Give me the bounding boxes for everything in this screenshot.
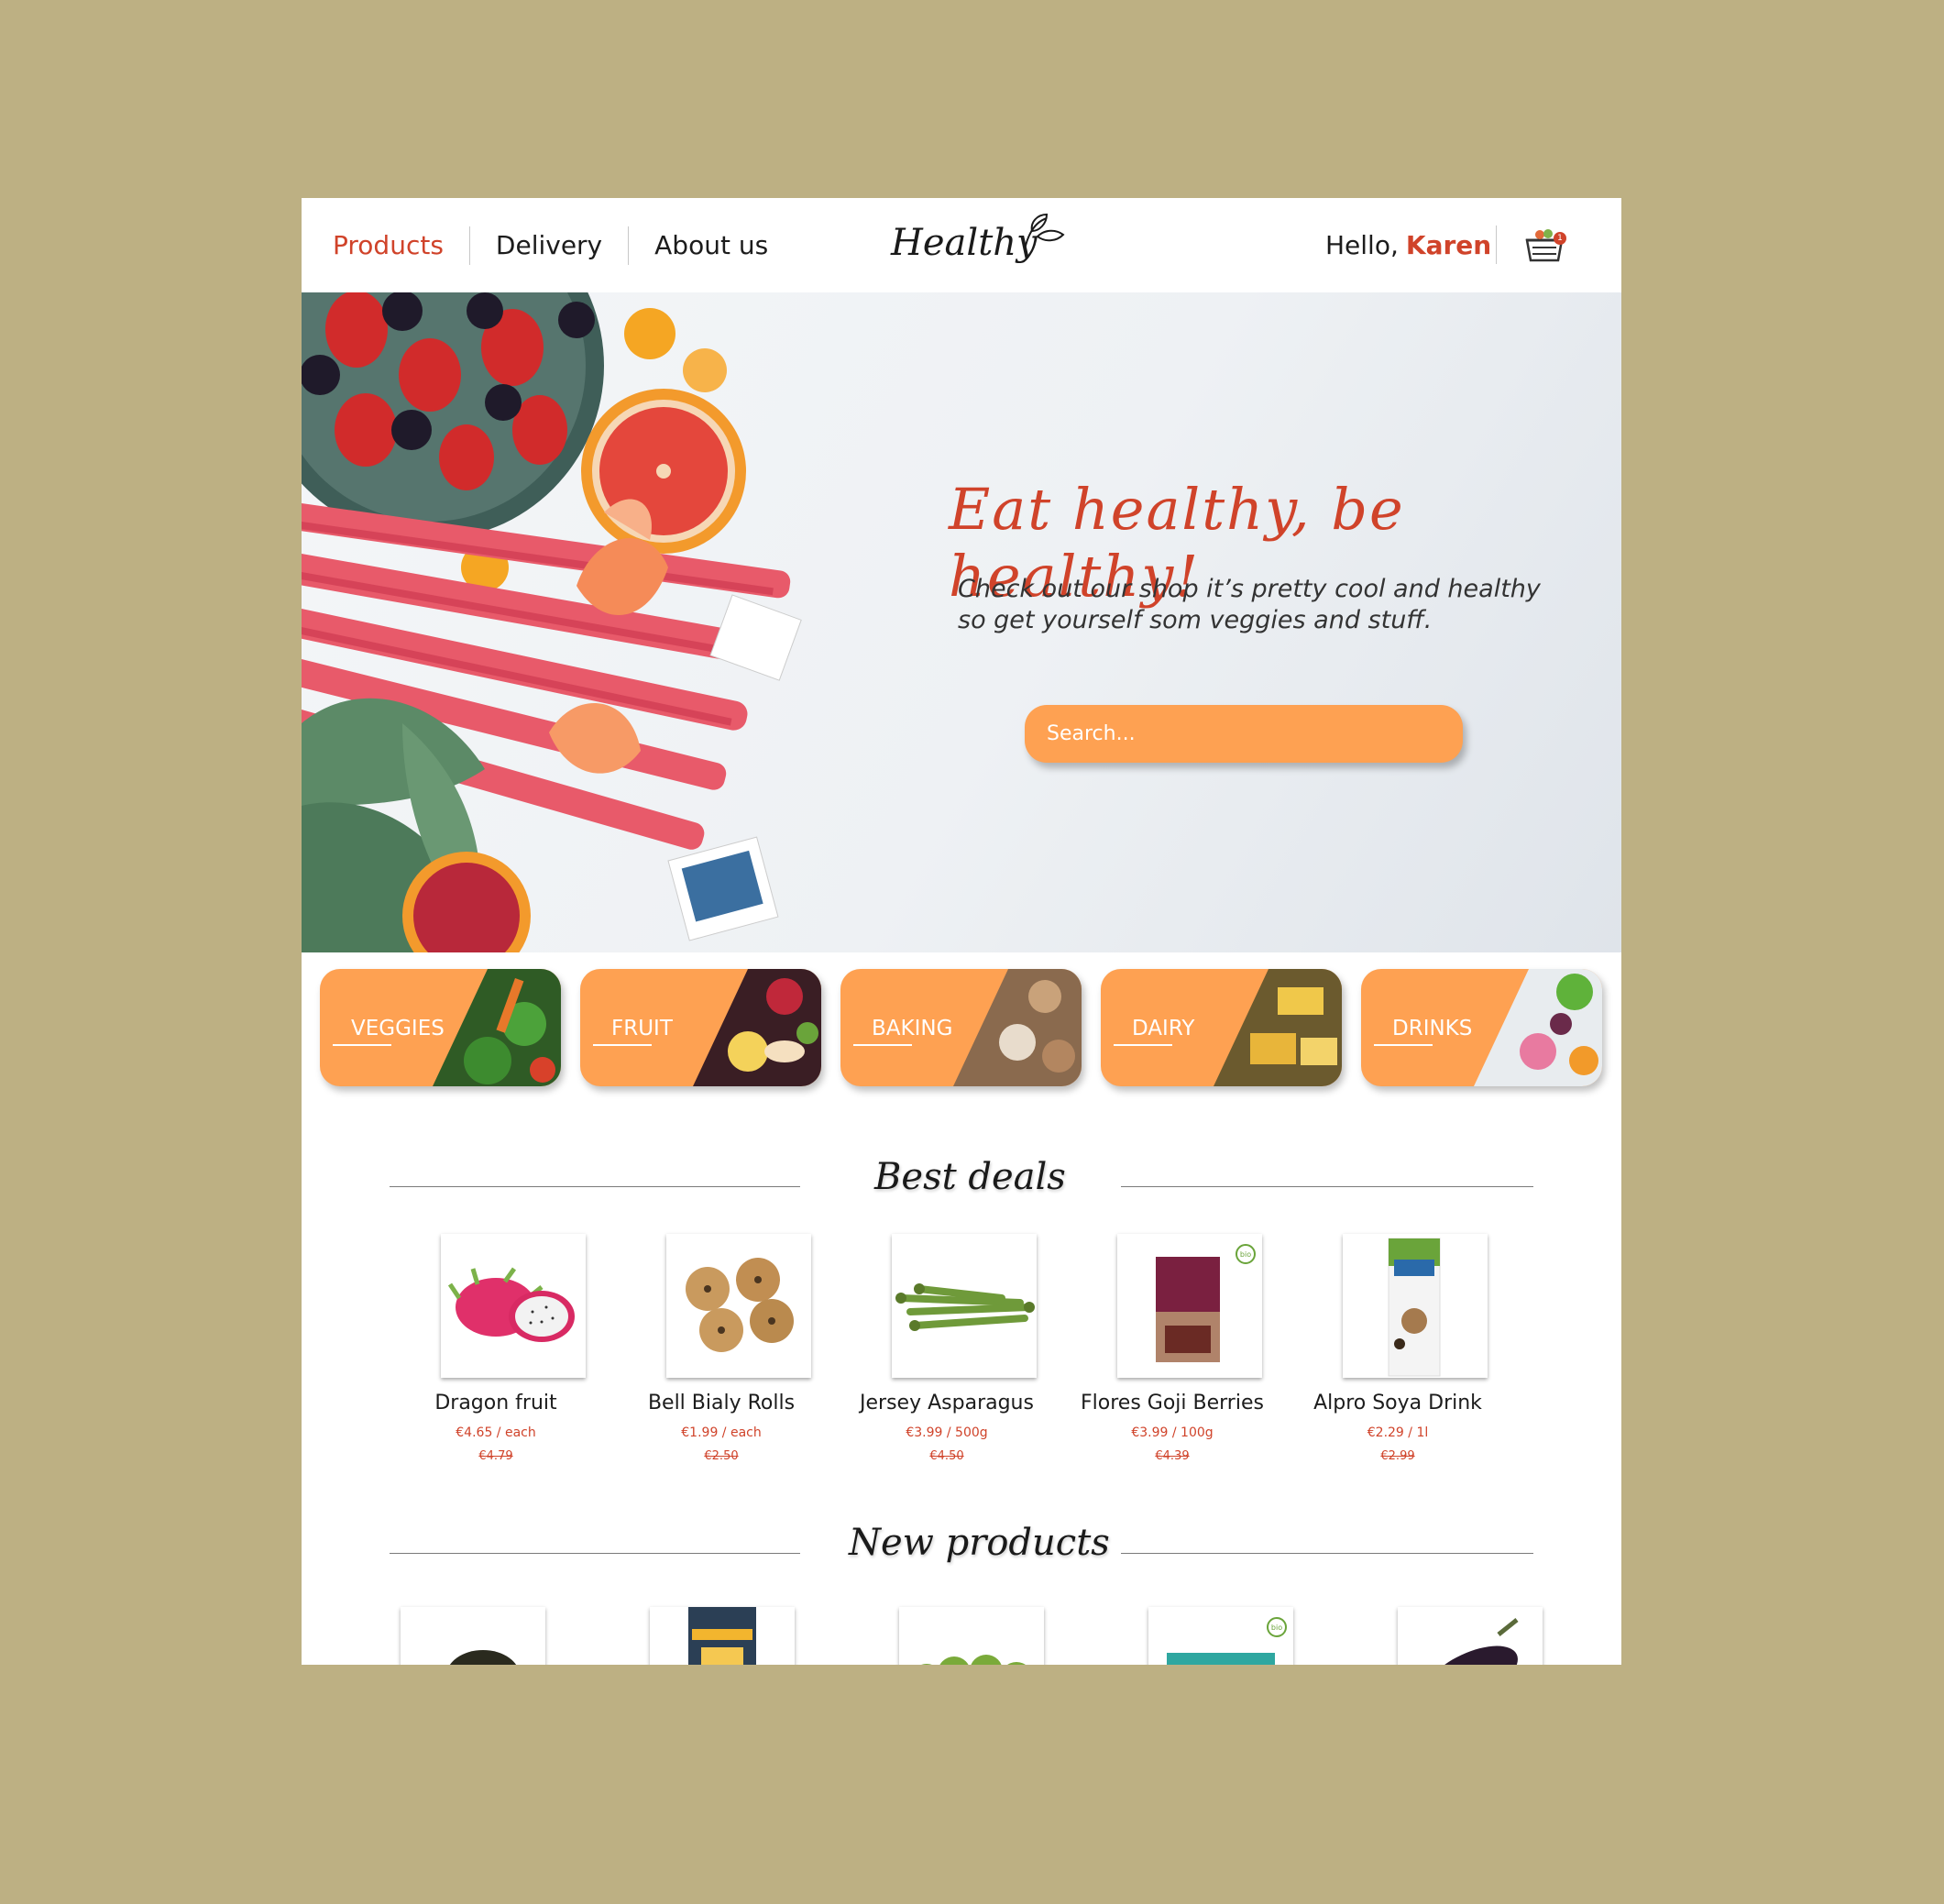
cart-divider: [1496, 226, 1497, 264]
category-label: FRUIT: [611, 1017, 673, 1040]
product-name: Dragon fruit: [434, 1392, 557, 1414]
search-bar: [1025, 705, 1463, 763]
product-old-price: €2.50: [704, 1449, 739, 1463]
product-price: €1.99 / each: [681, 1425, 762, 1440]
search-input[interactable]: [1025, 705, 1463, 763]
bialy-rolls-image: [666, 1234, 811, 1378]
product-old-price: €4.50: [929, 1449, 964, 1463]
category-underline: [1374, 1044, 1433, 1046]
category-label: BAKING: [872, 1017, 953, 1040]
asparagus-image: [892, 1234, 1037, 1378]
bio-badge-text: bio: [1240, 1250, 1251, 1259]
category-baking[interactable]: BAKING: [840, 969, 1082, 1086]
new-product-avocado[interactable]: [401, 1607, 545, 1665]
nav-about-us[interactable]: About us: [629, 230, 794, 260]
product-price: €3.99 / 500g: [906, 1425, 988, 1440]
greeting-label: Hello,: [1325, 230, 1399, 260]
avocado-image: [449, 1650, 517, 1665]
new-product-tea-box[interactable]: bio: [1148, 1607, 1293, 1665]
category-dairy[interactable]: DAIRY: [1101, 969, 1342, 1086]
product-price: €4.65 / each: [456, 1425, 536, 1440]
eggplant-image: [1424, 1618, 1519, 1665]
category-underline: [853, 1044, 912, 1046]
product-name: Flores Goji Berries: [1081, 1392, 1264, 1414]
product-old-price: €4.79: [478, 1449, 513, 1463]
category-label: VEGGIES: [351, 1017, 445, 1040]
goji-berries-image: bio: [1117, 1234, 1262, 1378]
section-divider: [1121, 1186, 1533, 1187]
page-frame: Products Delivery About us Healthy Hello…: [302, 198, 1621, 1665]
logo-text: Healthy: [891, 222, 1038, 264]
veggies-image: [433, 969, 561, 1086]
main-nav: Products Delivery About us: [307, 198, 794, 292]
dairy-image: [1214, 969, 1342, 1086]
user-greeting: Hello, Karen: [1325, 198, 1491, 292]
fruit-image: [693, 969, 821, 1086]
nav-products[interactable]: Products: [307, 230, 469, 260]
section-divider: [390, 1186, 800, 1187]
best-deals-title: Best deals: [874, 1156, 1066, 1198]
product-name: Jersey Asparagus: [860, 1392, 1034, 1414]
brussels-sprouts-image: [921, 1655, 1026, 1665]
new-products-title: New products: [849, 1522, 1110, 1564]
section-divider: [1121, 1553, 1533, 1554]
baking-image: [953, 969, 1082, 1086]
nav-delivery[interactable]: Delivery: [470, 230, 628, 260]
new-product-cheese-slices[interactable]: [650, 1607, 795, 1665]
category-underline: [333, 1044, 391, 1046]
category-label: DRINKS: [1392, 1017, 1473, 1040]
new-product-eggplant[interactable]: [1398, 1607, 1543, 1665]
new-product-sprouts[interactable]: [899, 1607, 1044, 1665]
bio-badge-text: bio: [1271, 1623, 1282, 1632]
tea-box-image: bio: [1167, 1617, 1287, 1665]
category-underline: [1114, 1044, 1172, 1046]
product-price: €3.99 / 100g: [1131, 1425, 1214, 1440]
logo[interactable]: Healthy: [891, 211, 1074, 286]
soya-drink-image: [1343, 1234, 1488, 1378]
product-price: €2.29 / 1l: [1367, 1425, 1429, 1440]
cart-count-badge: 1: [1554, 232, 1566, 245]
product-old-price: €4.39: [1155, 1449, 1190, 1463]
header: Products Delivery About us Healthy Hello…: [302, 198, 1621, 292]
category-label: DAIRY: [1132, 1017, 1195, 1040]
product-name: Alpro Soya Drink: [1313, 1392, 1482, 1414]
dragon-fruit-image: [441, 1234, 586, 1378]
hero-banner: Eat healthy, be healthy! Check out our s…: [302, 292, 1621, 952]
category-underline: [593, 1044, 652, 1046]
product-name: Bell Bialy Rolls: [647, 1392, 796, 1414]
product-old-price: €2.99: [1380, 1449, 1415, 1463]
category-drinks[interactable]: DRINKS: [1361, 969, 1602, 1086]
category-veggies[interactable]: VEGGIES: [320, 969, 561, 1086]
user-name[interactable]: Karen: [1406, 230, 1491, 260]
cheese-slices-image: [688, 1607, 756, 1665]
drinks-image: [1474, 969, 1602, 1086]
leaf-icon: [1024, 213, 1065, 250]
hero-food-image: [302, 292, 802, 952]
section-divider: [390, 1553, 800, 1554]
category-fruit[interactable]: FRUIT: [580, 969, 821, 1086]
hero-subtitle: Check out our shop it’s pretty cool and …: [958, 575, 1541, 634]
